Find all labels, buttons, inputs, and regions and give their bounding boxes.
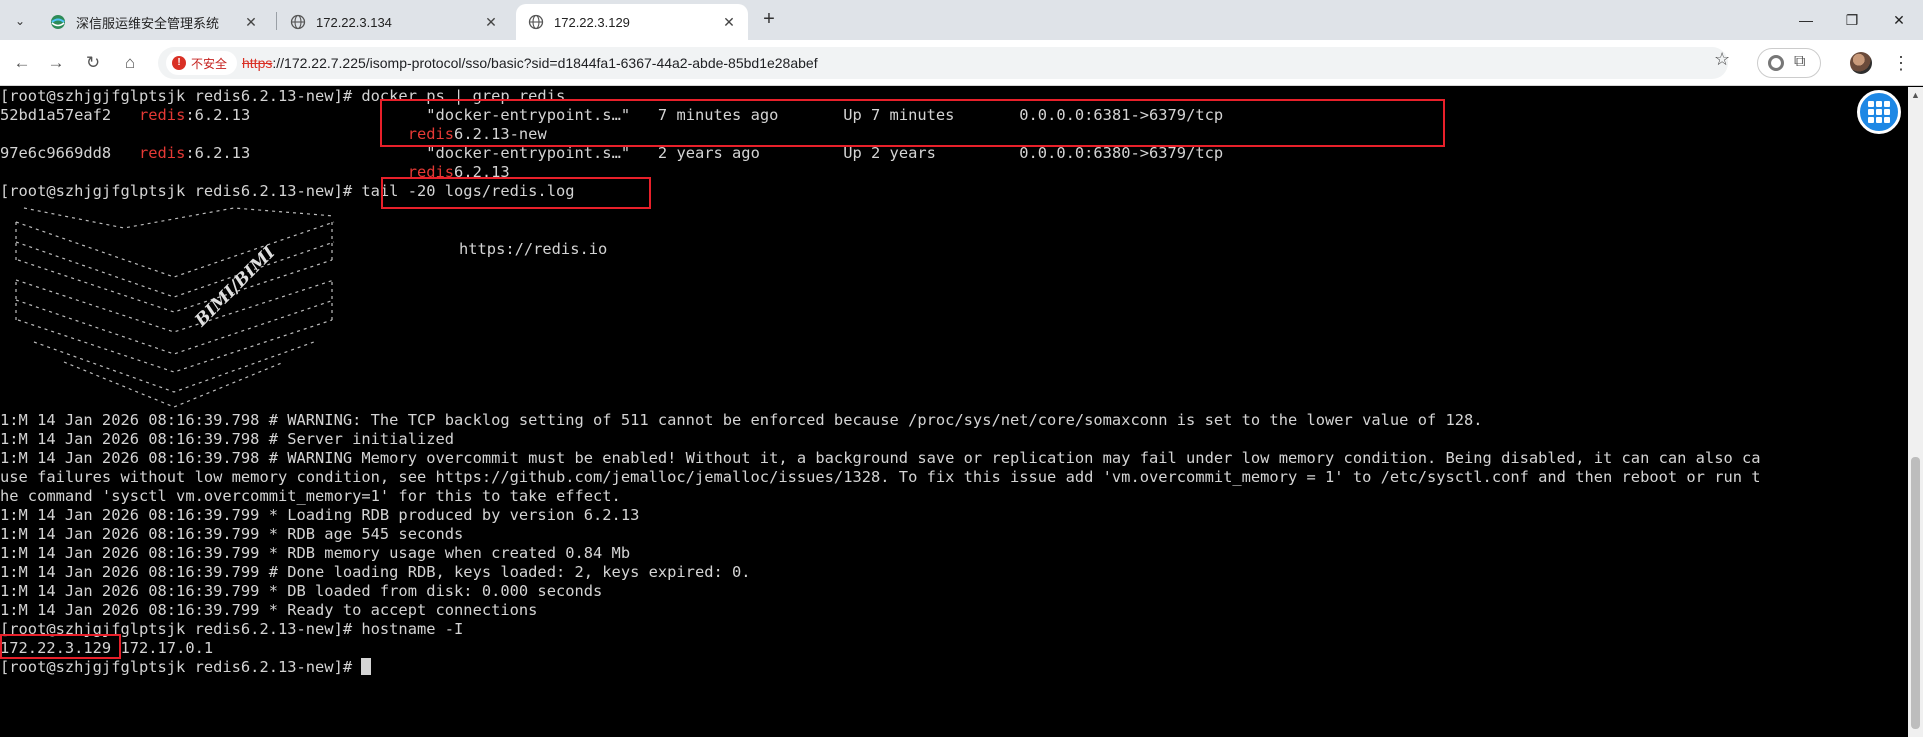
log-line: 1:M 14 Jan 2026 08:16:39.799 * Loading R… — [0, 506, 640, 524]
back-arrow-icon[interactable]: ← — [9, 50, 35, 76]
tab-bar: ⌄ 深信服运维安全管理系统 ✕ 172.22.3.134 ✕ 172.22.3.… — [0, 0, 1923, 40]
bookmark-star-icon[interactable]: ☆ — [1714, 49, 1730, 70]
tab-title: 172.22.3.129 — [554, 14, 630, 30]
log-line: 1:M 14 Jan 2026 08:16:39.799 * Ready to … — [0, 601, 538, 619]
extension-circle-icon[interactable] — [1768, 55, 1784, 71]
globe-icon — [290, 14, 306, 30]
address-bar[interactable]: ! 不安全 https://172.22.7.225/isomp-protoco… — [158, 47, 1728, 79]
log-line: 1:M 14 Jan 2026 08:16:39.798 # WARNING M… — [0, 449, 1761, 467]
log-line: he command 'sysctl vm.overcommit_memory=… — [0, 487, 621, 505]
home-icon[interactable]: ⌂ — [117, 50, 143, 76]
tab-title: 172.22.3.134 — [316, 14, 392, 30]
not-secure-icon: ! — [172, 56, 186, 70]
log-line: 1:M 14 Jan 2026 08:16:39.799 * RDB age 5… — [0, 525, 464, 543]
close-icon[interactable]: ✕ — [242, 13, 260, 31]
tab-sangfor[interactable]: 深信服运维安全管理系统 ✕ — [38, 4, 270, 40]
highlight-box-tail-command — [381, 177, 651, 209]
scrollbar-thumb[interactable] — [1911, 457, 1920, 729]
text-cursor — [361, 658, 372, 675]
security-chip[interactable]: ! 不安全 — [166, 51, 238, 75]
tab-title: 深信服运维安全管理系统 — [76, 15, 220, 31]
redis-url: https://redis.io — [459, 240, 608, 258]
highlight-box-new-container — [380, 99, 1445, 147]
log-line: 1:M 14 Jan 2026 08:16:39.798 # Server in… — [0, 430, 455, 448]
highlight-box-ip — [0, 634, 121, 659]
extensions-group: ⧉ — [1757, 48, 1821, 78]
minimize-button[interactable]: — — [1783, 0, 1829, 40]
terminal-scrollbar[interactable]: ▲ — [1908, 87, 1923, 737]
log-line: 1:M 14 Jan 2026 08:16:39.799 # Done load… — [0, 563, 751, 581]
close-window-button[interactable]: ✕ — [1876, 0, 1922, 40]
tab-172-22-3-129[interactable]: 172.22.3.129 ✕ — [516, 4, 748, 40]
forward-arrow-icon[interactable]: → — [43, 50, 69, 76]
sangfor-logo-icon — [50, 14, 66, 30]
redis-ascii-logo: BIMI/BIMI — [15, 207, 335, 408]
reload-icon[interactable]: ↻ — [80, 50, 106, 76]
tab-search-chevron-icon[interactable]: ⌄ — [8, 9, 32, 33]
puzzle-icon[interactable]: ⧉ — [1794, 53, 1805, 71]
log-line: 1:M 14 Jan 2026 08:16:39.799 * DB loaded… — [0, 582, 603, 600]
app-grid-button[interactable] — [1857, 90, 1901, 134]
close-icon[interactable]: ✕ — [482, 13, 500, 31]
log-line: 1:M 14 Jan 2026 08:16:39.798 # WARNING: … — [0, 411, 1483, 429]
terminal-screen[interactable]: [root@szhjgjfglptsjk redis6.2.13-new]# d… — [0, 87, 1908, 737]
new-tab-button[interactable]: + — [758, 9, 780, 31]
tab-separator — [276, 12, 277, 30]
scroll-up-arrow-icon[interactable]: ▲ — [1911, 90, 1920, 100]
close-icon[interactable]: ✕ — [720, 13, 738, 31]
restore-button[interactable]: ❐ — [1829, 0, 1875, 40]
browser-toolbar: ← → ↻ ⌂ ! 不安全 https://172.22.7.225/isomp… — [0, 40, 1923, 86]
url-text[interactable]: https://172.22.7.225/isomp-protocol/sso/… — [242, 55, 818, 71]
log-line: 1:M 14 Jan 2026 08:16:39.799 * RDB memor… — [0, 544, 631, 562]
log-line: use failures without low memory conditio… — [0, 468, 1761, 486]
avatar[interactable] — [1850, 52, 1872, 74]
globe-icon — [528, 14, 544, 30]
tab-172-22-3-134[interactable]: 172.22.3.134 ✕ — [278, 4, 510, 40]
more-menu-icon[interactable]: ⋮ — [1892, 50, 1910, 76]
security-label: 不安全 — [191, 56, 228, 71]
terminal-prompt: [root@szhjgjfglptsjk redis6.2.13-new]# — [0, 658, 372, 677]
